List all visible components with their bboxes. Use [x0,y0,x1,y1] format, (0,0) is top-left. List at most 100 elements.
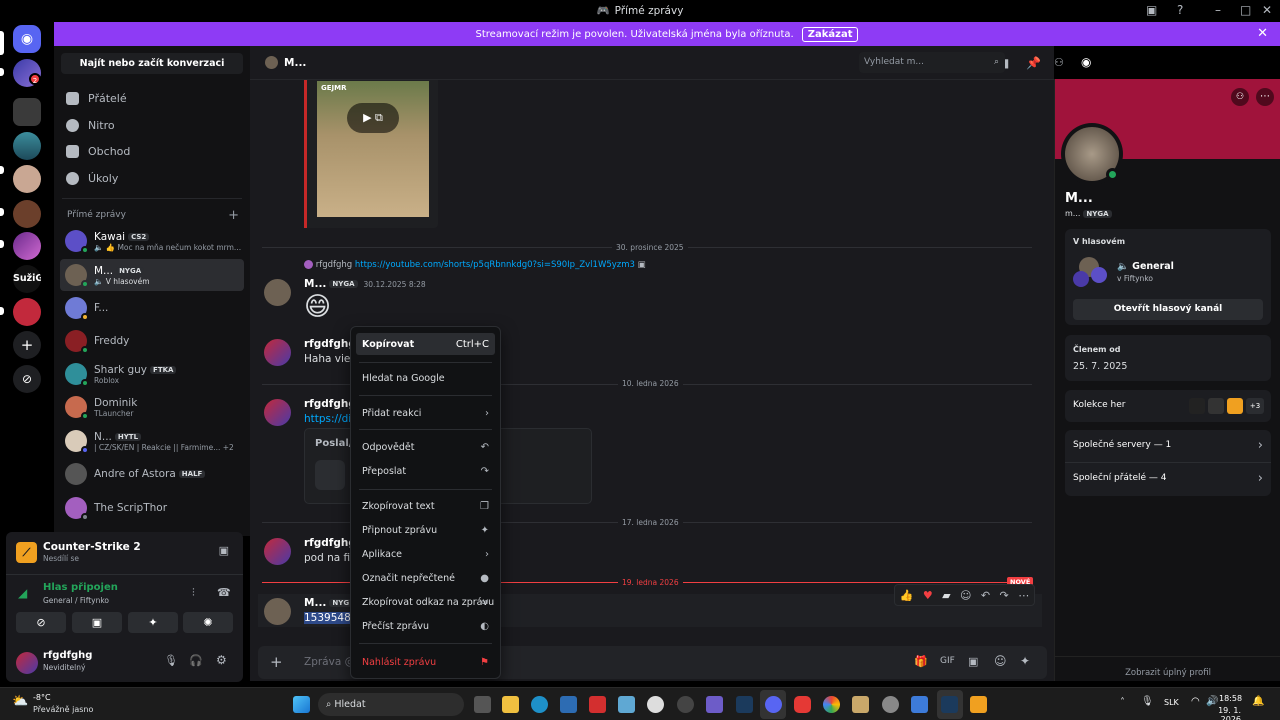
avatar[interactable] [264,339,291,366]
apps-icon[interactable]: ✦ [1020,654,1030,668]
dm-item-selected[interactable]: M... NYGA 🔈 V hlasovém [60,259,244,291]
dm-item[interactable]: Andre of Astora HALF [60,458,244,490]
maximize-icon[interactable]: □ [1240,3,1251,17]
sticker-icon[interactable]: ▣ [968,655,978,668]
soundboard-icon[interactable]: ⫶ [192,586,195,600]
app-icon[interactable] [852,696,869,713]
task-view-icon[interactable] [474,696,491,713]
menu-mark-unread[interactable]: Označit nepřečtené ● [356,567,495,589]
view-full-profile[interactable]: Zobrazit úplný profil [1055,668,1280,678]
header-name[interactable]: M... [284,57,306,69]
menu-forward[interactable]: Přeposlat ↷ [356,460,495,482]
menu-copy-link[interactable]: Zkopírovat odkaz na zprávu ∞ [356,591,495,613]
dm-item[interactable]: Kawai CS2 🔈 👍 Moc na mňa nečum kokot mrm.… [60,225,244,257]
screen-share-icon[interactable]: ▣ [72,612,122,633]
stream-icon[interactable]: ▣ [219,544,229,557]
flag-cz-icon[interactable]: ▰ [942,589,950,602]
close-banner-icon[interactable]: ✕ [1257,26,1268,41]
disconnect-icon[interactable]: ☎ [217,586,231,599]
message-author[interactable]: M... NYGA 30.12.2025 8:28 [304,278,426,290]
profile-toggle-icon[interactable]: ◉ [1081,55,1091,69]
app-icon[interactable] [911,696,928,713]
dm-item[interactable]: F... [60,292,244,324]
add-dm-icon[interactable]: + [228,208,239,223]
avatar[interactable] [264,598,291,625]
mutual-servers[interactable]: Společné servery — 1 › [1073,438,1263,453]
weather-icon[interactable]: ⛅ [12,694,28,709]
server-icon[interactable] [13,232,41,260]
app-icon[interactable] [677,696,694,713]
add-server-icon[interactable]: + [13,331,41,359]
profile-avatar[interactable] [1061,123,1123,185]
reply-preview[interactable]: rfgdfghg https://youtube.com/shorts/p5qR… [304,260,646,270]
add-reaction-icon[interactable]: ☺ [960,589,971,602]
nav-nitro[interactable]: Nitro [66,119,115,132]
avatar[interactable] [264,399,291,426]
camera-off-icon[interactable]: ⊘ [16,612,66,633]
store-icon[interactable] [560,696,577,713]
user-avatar[interactable] [16,652,38,674]
server-icon[interactable] [13,165,41,193]
play-icon[interactable]: ▶ ⧉ [347,103,399,133]
app-icon[interactable] [647,696,664,713]
more-icon[interactable]: ⋯ [1256,88,1274,106]
disable-button[interactable]: Zakázat [801,26,859,42]
help-icon[interactable]: ? [1177,3,1183,17]
mic-tray-icon[interactable]: 🎙 [1141,696,1154,707]
find-conversation-button[interactable]: Najít nebo začít konverzaci [61,53,243,74]
menu-reply[interactable]: Odpovědět ↶ [356,436,495,458]
video-thumbnail[interactable]: GEJMR ▶ ⧉ [317,81,429,217]
app-icon[interactable] [706,696,723,713]
menu-search-google[interactable]: Hledat na Google [356,367,495,389]
voice-channel[interactable]: General / Fiftynko [43,596,109,605]
nav-shop[interactable]: Obchod [66,145,130,158]
notifications-icon[interactable]: 🔔 [1252,696,1264,707]
avatar[interactable] [264,279,291,306]
taskbar-search[interactable]: ⌕ Hledat [318,693,464,716]
home-button[interactable]: ◉ [13,25,41,53]
menu-copy-text[interactable]: Zkopírovat text ❐ [356,495,495,517]
menu-pin[interactable]: Připnout zprávu ✦ [356,519,495,541]
more-icon[interactable]: ⋯ [1018,589,1029,602]
game-collection-card[interactable]: Kolekce her +3 [1065,390,1271,422]
dm-item[interactable]: N... HYTL | CZ/SK/EN | Reakcie || Farmime… [60,425,244,457]
message-author[interactable]: M... NYG [304,597,353,609]
dm-item[interactable]: The ScripThor [60,492,244,524]
thumbs-up-icon[interactable]: 👍 [900,589,914,602]
headphones-icon[interactable]: 🎧 [189,654,203,667]
gift-icon[interactable]: 🎁 [914,655,928,668]
steam-icon[interactable] [736,696,753,713]
app-icon[interactable] [589,696,606,713]
open-voice-button[interactable]: Otevřít hlasový kanál [1073,299,1263,320]
nav-friends[interactable]: Přátelé [66,92,127,105]
chrome-icon[interactable] [823,696,840,713]
file-explorer-icon[interactable] [502,696,519,713]
gif-icon[interactable]: GIF [940,656,955,666]
settings-gear-icon[interactable]: ⚙ [216,653,227,667]
forward-icon[interactable]: ↷ [1000,589,1009,602]
microphone-icon[interactable]: 🎙 [164,654,178,667]
mutual-friends[interactable]: Společní přátelé — 4 › [1073,471,1263,486]
language[interactable]: SLK [1164,698,1179,707]
clock-time[interactable]: 18:58 [1219,694,1242,703]
avatar[interactable] [264,538,291,565]
dm-item[interactable]: Freddy [60,325,244,357]
attach-plus-icon[interactable]: + [270,653,283,671]
app-icon[interactable] [882,696,899,713]
server-icon[interactable] [13,200,41,228]
discord-icon[interactable] [765,696,782,713]
server-icon[interactable] [13,298,41,326]
emoji-icon[interactable]: ☺ [994,654,1007,668]
minimize-icon[interactable]: – [1215,3,1221,17]
message-link[interactable]: https://dis [304,413,357,425]
header-search[interactable]: Vyhledat m... ⌕ [859,52,1005,73]
reply-icon[interactable]: ↶ [981,589,990,602]
steam-icon[interactable] [941,696,958,713]
start-icon[interactable] [293,696,310,713]
message-author[interactable]: rfgdfghg [304,537,356,549]
pin-icon[interactable]: 📌 [1026,56,1041,70]
clock-date[interactable]: 19. 1. 2026 [1199,706,1241,720]
heart-icon[interactable]: ♥ [923,589,933,602]
cs2-icon[interactable] [970,696,987,713]
youtube-icon[interactable] [794,696,811,713]
